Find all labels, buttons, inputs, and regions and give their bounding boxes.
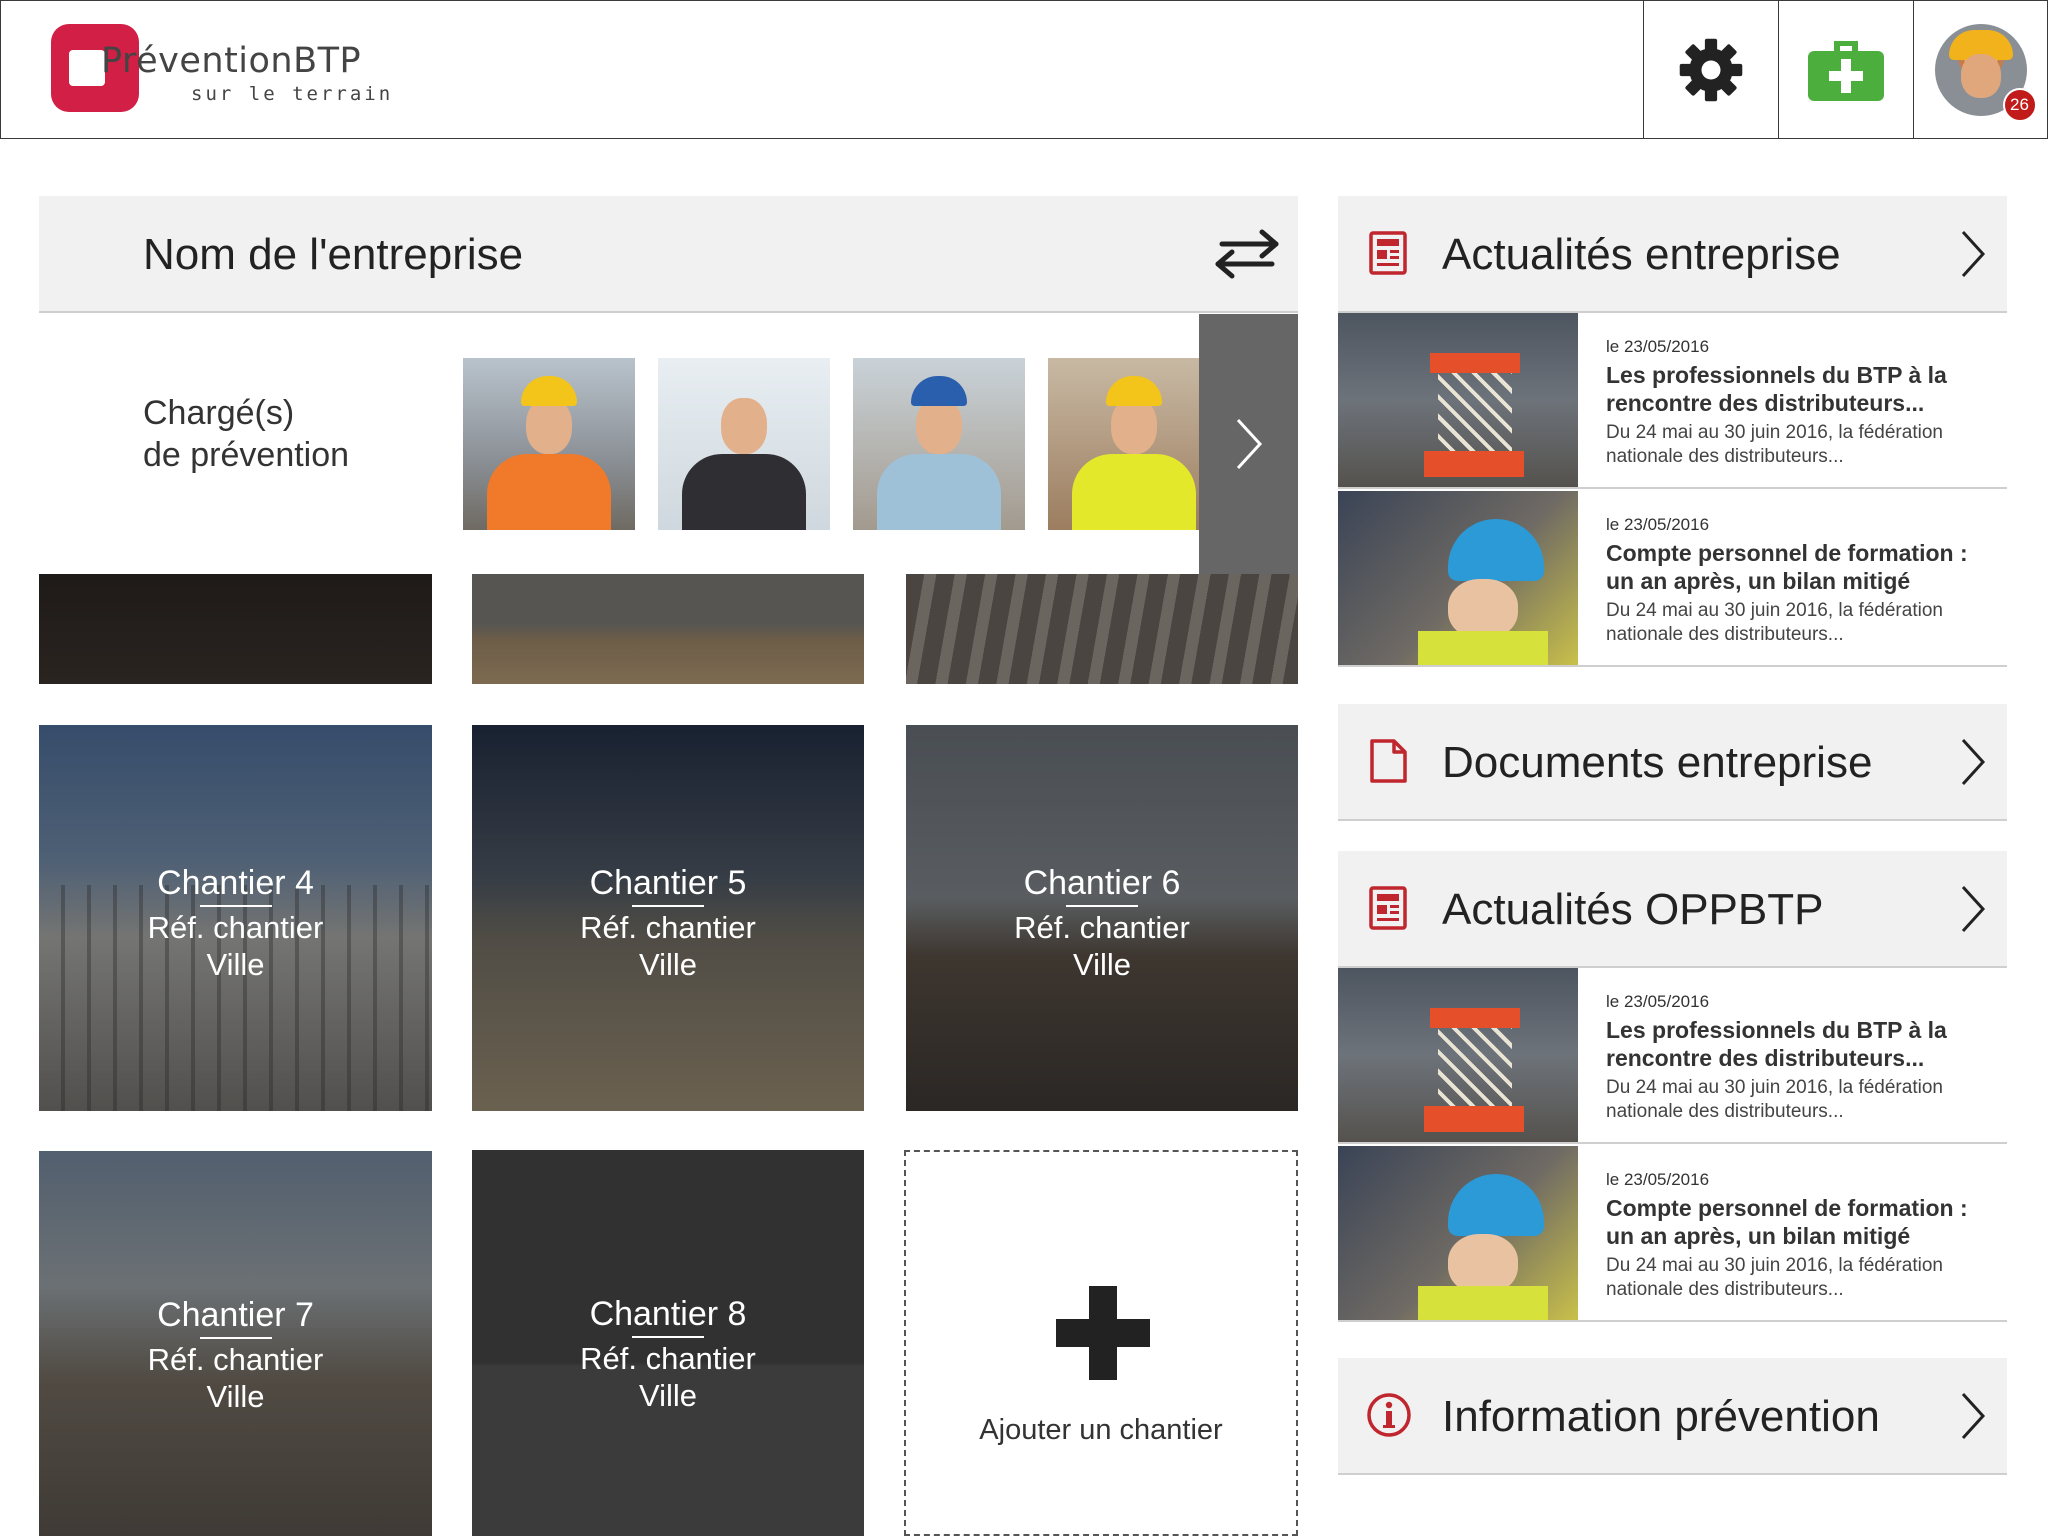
news-desc: Du 24 mai au 30 juin 2016, la fédération… xyxy=(1606,1077,1943,1122)
chevron-right-icon xyxy=(1961,738,1986,786)
preventers-label-line2: de prévention xyxy=(143,436,350,474)
first-aid-kit-icon xyxy=(1808,40,1884,101)
news-thumbnail xyxy=(1338,968,1578,1142)
site-tile-text: Chantier 7 Réf. chantier Ville xyxy=(39,1295,432,1415)
preventer-photo[interactable] xyxy=(463,358,635,530)
info-icon xyxy=(1367,1393,1411,1437)
news-date: le 23/05/2016 xyxy=(1606,1170,1710,1189)
news-body: le 23/05/2016 Compte personnel de format… xyxy=(1606,515,1996,647)
switch-company-icon[interactable] xyxy=(1212,226,1282,282)
news-body: le 23/05/2016 Compte personnel de format… xyxy=(1606,1170,1996,1302)
news-body: le 23/05/2016 Les professionnels du BTP … xyxy=(1606,992,1996,1124)
site-ref: Réf. chantier xyxy=(580,1341,756,1376)
news-oppbtp-header[interactable]: Actualités OPPBTP xyxy=(1338,851,2007,968)
first-aid-button[interactable] xyxy=(1778,1,1913,138)
preventer-photo[interactable] xyxy=(658,358,830,530)
section-title: Actualités entreprise xyxy=(1442,230,1841,279)
company-name: Nom de l'entreprise xyxy=(143,230,524,279)
site-tile-partial[interactable] xyxy=(472,574,864,684)
site-tile[interactable]: Chantier 4 Réf. chantier Ville xyxy=(39,725,432,1111)
site-tile-text: Chantier 5 Réf. chantier Ville xyxy=(472,863,864,983)
plus-icon xyxy=(1056,1286,1150,1380)
news-item[interactable]: le 23/05/2016 Compte personnel de format… xyxy=(1338,1146,2007,1322)
site-tile-partial[interactable] xyxy=(906,574,1298,684)
news-thumbnail xyxy=(1338,313,1578,487)
preventer-photo[interactable] xyxy=(853,358,1025,530)
section-title: Information prévention xyxy=(1442,1392,1880,1441)
add-site-label: Ajouter un chantier xyxy=(979,1414,1223,1446)
site-city: Ville xyxy=(206,1379,265,1414)
site-title: Chantier 5 xyxy=(589,864,747,902)
site-city: Ville xyxy=(638,1378,698,1413)
news-thumbnail xyxy=(1338,1146,1578,1320)
app-logo[interactable]: PréventionBTP sur le terrain xyxy=(51,21,471,121)
news-date: le 23/05/2016 xyxy=(1606,337,1710,356)
news-title: Les professionnels du BTP à la rencontre… xyxy=(1606,362,1947,416)
notification-badge[interactable]: 26 xyxy=(2002,87,2037,122)
site-tile[interactable]: Chantier 5 Réf. chantier Ville xyxy=(472,725,864,1111)
gear-icon xyxy=(1679,38,1743,101)
news-title: Compte personnel de formation : un an ap… xyxy=(1606,540,1968,594)
site-tile-text: Chantier 8 Réf. chantier Ville xyxy=(472,1294,864,1414)
section-title: Documents entreprise xyxy=(1442,738,1873,787)
site-city: Ville xyxy=(206,947,265,982)
news-desc: Du 24 mai au 30 juin 2016, la fédération… xyxy=(1606,422,1943,467)
news-body: le 23/05/2016 Les professionnels du BTP … xyxy=(1606,337,1996,469)
site-title: Chantier 8 xyxy=(589,1295,747,1333)
news-thumbnail xyxy=(1338,491,1578,665)
news-item[interactable]: le 23/05/2016 Les professionnels du BTP … xyxy=(1338,313,2007,489)
news-desc: Du 24 mai au 30 juin 2016, la fédération… xyxy=(1606,600,1943,645)
site-tile-partial[interactable] xyxy=(39,574,432,684)
add-site-button[interactable]: Ajouter un chantier xyxy=(904,1150,1298,1536)
site-title: Chantier 7 xyxy=(157,1296,314,1334)
company-bar: Nom de l'entreprise xyxy=(39,196,1298,313)
news-title: Compte personnel de formation : un an ap… xyxy=(1606,1195,1968,1249)
site-title: Chantier 4 xyxy=(157,864,314,902)
logo-name: PréventionBTP xyxy=(101,41,362,81)
site-tile-text: Chantier 6 Réf. chantier Ville xyxy=(906,863,1298,983)
news-desc: Du 24 mai au 30 juin 2016, la fédération… xyxy=(1606,1255,1943,1300)
chevron-right-icon xyxy=(1961,1392,1986,1440)
site-title: Chantier 6 xyxy=(1023,864,1181,902)
site-ref: Réf. chantier xyxy=(1014,910,1190,945)
newspaper-icon xyxy=(1369,886,1407,930)
section-title: Actualités OPPBTP xyxy=(1442,885,1824,934)
document-icon xyxy=(1370,739,1407,783)
site-tile[interactable]: Chantier 8 Réf. chantier Ville xyxy=(472,1150,864,1536)
site-ref: Réf. chantier xyxy=(580,910,756,945)
info-prevention-header[interactable]: Information prévention xyxy=(1338,1358,2007,1475)
documents-company-header[interactable]: Documents entreprise xyxy=(1338,704,2007,821)
app-header: PréventionBTP sur le terrain 26 xyxy=(0,0,2048,139)
preventers-label-line1: Chargé(s) xyxy=(143,394,295,432)
news-title: Les professionnels du BTP à la rencontre… xyxy=(1606,1017,1947,1071)
site-ref: Réf. chantier xyxy=(147,1342,324,1377)
news-item[interactable]: le 23/05/2016 Les professionnels du BTP … xyxy=(1338,968,2007,1144)
preventers-label: Chargé(s) de prévention xyxy=(143,392,349,476)
user-profile-button[interactable]: 26 xyxy=(1913,1,2047,138)
avatar: 26 xyxy=(1934,23,2037,122)
settings-button[interactable] xyxy=(1643,1,1778,138)
news-item[interactable]: le 23/05/2016 Compte personnel de format… xyxy=(1338,491,2007,667)
chevron-right-icon xyxy=(1236,418,1262,470)
news-company-header[interactable]: Actualités entreprise xyxy=(1338,196,2007,313)
chevron-right-icon xyxy=(1961,230,1986,278)
site-city: Ville xyxy=(638,947,698,982)
chevron-right-icon xyxy=(1961,885,1986,933)
site-tile[interactable]: Chantier 6 Réf. chantier Ville xyxy=(906,725,1298,1111)
site-city: Ville xyxy=(1072,947,1132,982)
news-date: le 23/05/2016 xyxy=(1606,515,1710,534)
site-tile-text: Chantier 4 Réf. chantier Ville xyxy=(39,863,432,983)
site-ref: Réf. chantier xyxy=(147,910,324,945)
site-tile[interactable]: Chantier 7 Réf. chantier Ville xyxy=(39,1151,432,1536)
logo-tagline: sur le terrain xyxy=(191,83,394,105)
newspaper-icon xyxy=(1369,231,1407,275)
avatar-face xyxy=(1960,53,2001,98)
preventers-next-button[interactable] xyxy=(1199,314,1298,574)
preventers-strip: Chargé(s) de prévention xyxy=(39,314,1298,574)
news-date: le 23/05/2016 xyxy=(1606,992,1710,1011)
